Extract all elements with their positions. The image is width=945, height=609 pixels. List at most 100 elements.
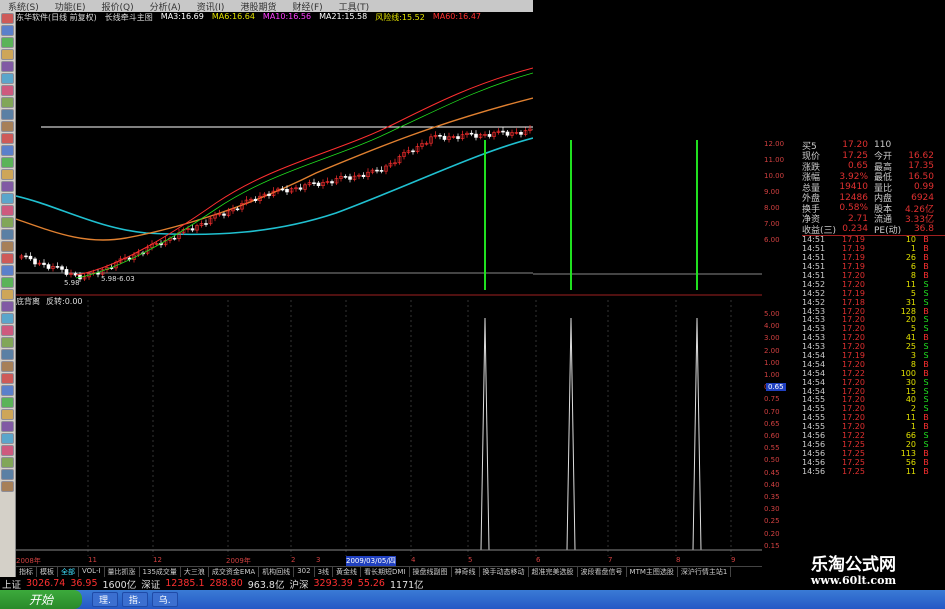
tick-row: 14:54 17.20 15 S — [802, 387, 945, 396]
indicator-tab[interactable]: 指标 — [16, 567, 37, 577]
indicator-tab[interactable]: 深沪行情主站1 — [678, 567, 732, 577]
toolbar-icon[interactable] — [1, 61, 14, 72]
indicator-tab[interactable]: 大三浪 — [181, 567, 209, 577]
toolbar-icon[interactable] — [1, 265, 14, 276]
scale-tick: 0.35 — [764, 493, 780, 501]
toolbar-icon[interactable] — [1, 325, 14, 336]
market-status-bar: 上证 3026.74 36.95 1600亿 深证 12385.1 288.80 963.8亿… — [0, 577, 760, 591]
scale-tick: 0.75 — [764, 395, 780, 404]
tick-row: 14:55 17.20 1 B — [802, 422, 945, 431]
toolbar-icon[interactable] — [1, 241, 14, 252]
taskbar-item[interactable]: 指. — [121, 592, 148, 607]
tick-price: 17.20 — [842, 271, 865, 281]
tick-time: 14:56 — [802, 448, 826, 458]
toolbar-icon[interactable] — [1, 97, 14, 108]
toolbar-icon[interactable] — [1, 181, 14, 192]
toolbar-icon[interactable] — [1, 433, 14, 444]
toolbar-icon[interactable] — [1, 313, 14, 324]
toolbar-icon[interactable] — [1, 25, 14, 36]
toolbar-icon[interactable] — [1, 481, 14, 492]
indicator-tab[interactable]: 成交资金EMA — [209, 567, 260, 577]
quote-value: 12486 — [839, 192, 868, 203]
toolbar-icon[interactable] — [1, 289, 14, 300]
start-button[interactable]: 开始 — [0, 590, 82, 609]
taskbar-item[interactable]: 理. — [92, 592, 118, 607]
toolbar-icon[interactable] — [1, 385, 14, 396]
taskbar-item[interactable]: 乌. — [151, 592, 178, 607]
toolbar-icon[interactable] — [1, 277, 14, 288]
tick-time: 14:54 — [802, 368, 826, 378]
indicator-tab[interactable]: 135成交量 — [140, 567, 181, 577]
toolbar-icon[interactable] — [1, 49, 14, 60]
toolbar-icon[interactable] — [1, 409, 14, 420]
indicator-tab[interactable]: 模板 — [37, 567, 58, 577]
tick-volume: 1 — [910, 422, 916, 432]
indicator-tab[interactable]: 3线 — [315, 567, 334, 577]
tick-volume: 2 — [910, 404, 916, 414]
indicator-tab[interactable]: 302 — [294, 567, 315, 577]
toolbar-icon[interactable] — [1, 361, 14, 372]
toolbar-icon[interactable] — [1, 73, 14, 84]
scale-tick: 0.55 — [764, 444, 780, 453]
tick-side: B — [923, 359, 929, 369]
toolbar-icon[interactable] — [1, 469, 14, 480]
status-field: 36.95 — [70, 578, 98, 589]
toolbar-icon[interactable] — [1, 85, 14, 96]
toolbar-icon[interactable] — [1, 373, 14, 384]
indicator-tab[interactable]: 机构回线 — [259, 567, 295, 577]
indicator-tab[interactable]: 神奇线 — [452, 567, 480, 577]
toolbar-icon[interactable] — [1, 229, 14, 240]
scale-tick: 0.15 — [764, 541, 780, 550]
indicator-tab[interactable]: 看长期短DMI — [361, 567, 410, 577]
scale-tick: 0.20 — [764, 529, 780, 538]
toolbar-icon[interactable] — [1, 445, 14, 456]
quote-value2: 16.62 — [908, 150, 934, 161]
toolbar-icon[interactable] — [1, 205, 14, 216]
date-tick: 9 — [731, 556, 736, 564]
indicator-tab[interactable]: VOL-I — [79, 567, 105, 577]
toolbar-icon[interactable] — [1, 13, 14, 24]
toolbar-icon[interactable] — [1, 397, 14, 408]
indicator-tab[interactable]: 超准完美选股 — [529, 567, 578, 577]
tick-side: S — [923, 395, 929, 405]
toolbar-icon[interactable] — [1, 421, 14, 432]
menu-item[interactable]: 报价(Q) — [93, 0, 141, 13]
toolbar-icon[interactable] — [1, 109, 14, 120]
indicator-tab[interactable]: 全部 — [58, 567, 79, 577]
toolbar-icon[interactable] — [1, 349, 14, 360]
indicator-tab[interactable]: 黄金线 — [333, 567, 362, 577]
menu-item[interactable]: 资讯(I) — [189, 0, 233, 13]
tick-volume: 30 — [905, 377, 916, 387]
indicator-tab[interactable]: 量比抓涨 — [105, 567, 140, 577]
indicator-tab[interactable]: 操盘线副图 — [410, 567, 452, 577]
toolbar-icon[interactable] — [1, 217, 14, 228]
tick-row: 14:51 17.19 1 B — [802, 244, 945, 253]
indicator-tab[interactable]: MTM主图选股 — [627, 567, 678, 577]
menu-item[interactable]: 系统(S) — [0, 0, 47, 13]
menu-item[interactable]: 功能(E) — [47, 0, 94, 13]
toolbar-icon[interactable] — [1, 121, 14, 132]
tick-price: 17.25 — [842, 448, 865, 458]
toolbar-icon[interactable] — [1, 253, 14, 264]
indicator-chart[interactable] — [16, 140, 762, 556]
menu-item[interactable]: 港股期货 — [232, 0, 284, 13]
toolbar-icon[interactable] — [1, 157, 14, 168]
status-field: 1171亿 — [389, 579, 424, 591]
menu-item[interactable]: 分析(A) — [142, 0, 189, 13]
toolbar-icon[interactable] — [1, 133, 14, 144]
toolbar-icon[interactable] — [1, 301, 14, 312]
toolbar-icon[interactable] — [1, 337, 14, 348]
toolbar-icon[interactable] — [1, 37, 14, 48]
toolbar-icon[interactable] — [1, 169, 14, 180]
toolbar-icon[interactable] — [1, 145, 14, 156]
tick-price: 17.20 — [842, 315, 865, 325]
indicator-tab[interactable]: 波段看盘信号 — [578, 567, 627, 577]
scale-tick: 0.60 — [764, 432, 780, 440]
menu-item[interactable]: 财经(F) — [284, 0, 330, 13]
toolbar-icon[interactable] — [1, 457, 14, 468]
tick-row: 14:53 17.20 25 S — [802, 342, 945, 351]
quote-value: 17.25 — [842, 150, 868, 161]
indicator-tab[interactable]: 换手动态移动 — [480, 567, 529, 577]
toolbar-icon[interactable] — [1, 193, 14, 204]
menu-item[interactable]: 工具(T) — [331, 0, 378, 13]
